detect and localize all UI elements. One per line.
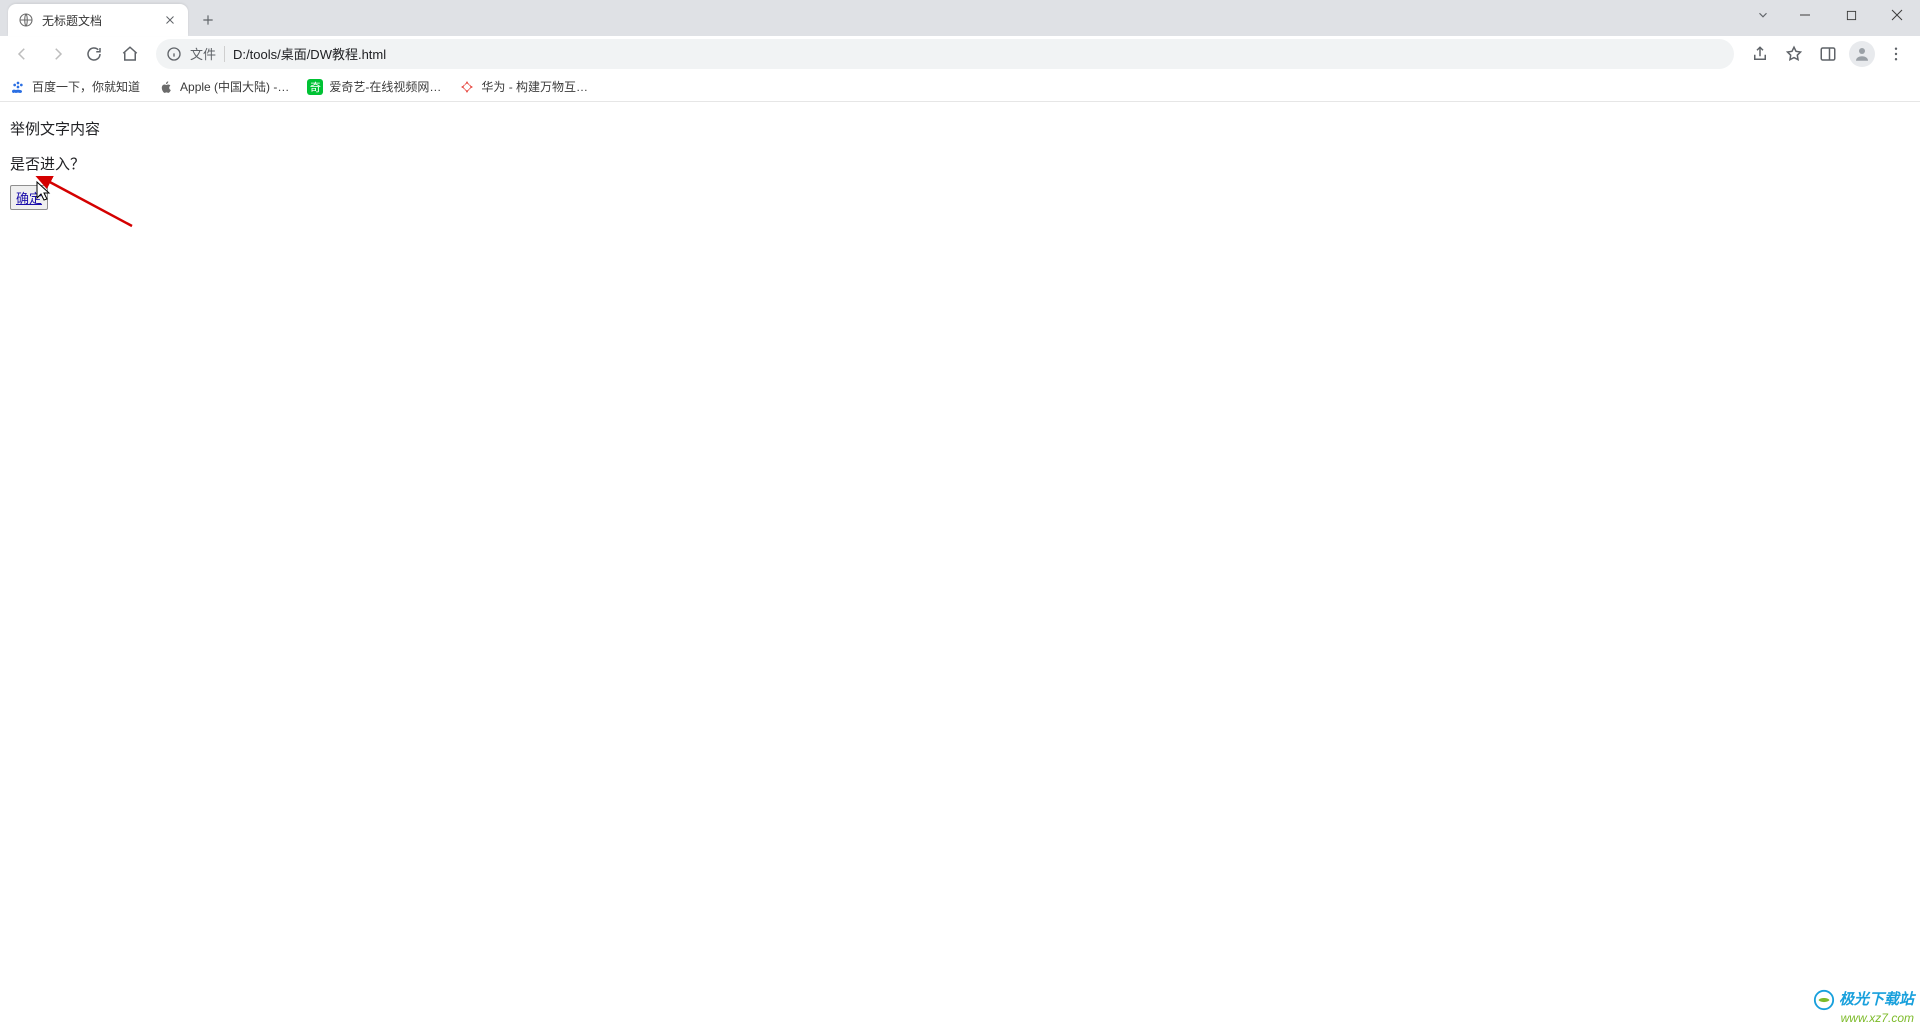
toolbar-right-icons [1744,38,1914,70]
bookmark-item-iqiyi[interactable]: 奇 爱奇艺-在线视频网… [307,78,441,95]
watermark: 极光下载站 www.xz7.com [1813,989,1914,1025]
browser-titlebar: 无标题文档 [0,0,1920,36]
window-close-button[interactable] [1874,0,1920,30]
home-button[interactable] [114,38,146,70]
profile-avatar[interactable] [1846,38,1878,70]
page-text-line2: 是否进入？ [10,151,1910,180]
reload-button[interactable] [78,38,110,70]
huawei-favicon [459,79,475,95]
watermark-name: 极光下载站 [1839,991,1914,1009]
share-icon[interactable] [1744,38,1776,70]
watermark-logo-icon [1813,989,1835,1011]
bookmark-star-icon[interactable] [1778,38,1810,70]
window-maximize-button[interactable] [1828,0,1874,30]
bookmarks-bar: 百度一下，你就知道 Apple (中国大陆) -… 奇 爱奇艺-在线视频网… 华… [0,72,1920,102]
site-info-icon[interactable] [166,46,182,62]
forward-button[interactable] [42,38,74,70]
bookmark-label: 华为 - 构建万物互… [481,78,588,95]
separator [224,46,225,62]
back-button[interactable] [6,38,38,70]
page-content: 举例文字内容 是否进入？ 确定 [0,102,1920,228]
watermark-url: www.xz7.com [1813,1011,1914,1025]
url-scheme-label: 文件 [190,44,216,63]
bookmark-label: Apple (中国大陆) -… [180,78,289,95]
baidu-favicon [10,79,26,95]
browser-tab[interactable]: 无标题文档 [8,4,188,36]
tab-title: 无标题文档 [42,12,154,29]
bookmark-item-apple[interactable]: Apple (中国大陆) -… [158,78,289,95]
page-text-line1: 举例文字内容 [10,116,1910,145]
window-controls [1748,0,1920,30]
browser-toolbar: 文件 D:/tools/桌面/DW教程.html [0,36,1920,72]
url-text: D:/tools/桌面/DW教程.html [233,44,386,63]
side-panel-icon[interactable] [1812,38,1844,70]
menu-kebab-icon[interactable] [1880,38,1912,70]
window-minimize-button[interactable] [1782,0,1828,30]
iqiyi-favicon: 奇 [307,79,323,95]
bookmark-item-huawei[interactable]: 华为 - 构建万物互… [459,78,588,95]
address-bar[interactable]: 文件 D:/tools/桌面/DW教程.html [156,39,1734,69]
bookmark-label: 爱奇艺-在线视频网… [329,78,441,95]
bookmark-label: 百度一下，你就知道 [32,78,140,95]
tab-search-icon[interactable] [1748,0,1778,30]
new-tab-button[interactable] [194,6,222,34]
confirm-button[interactable]: 确定 [10,185,48,210]
tab-close-icon[interactable] [162,12,178,28]
bookmark-item-baidu[interactable]: 百度一下，你就知道 [10,78,140,95]
apple-favicon [158,79,174,95]
globe-icon [18,12,34,28]
